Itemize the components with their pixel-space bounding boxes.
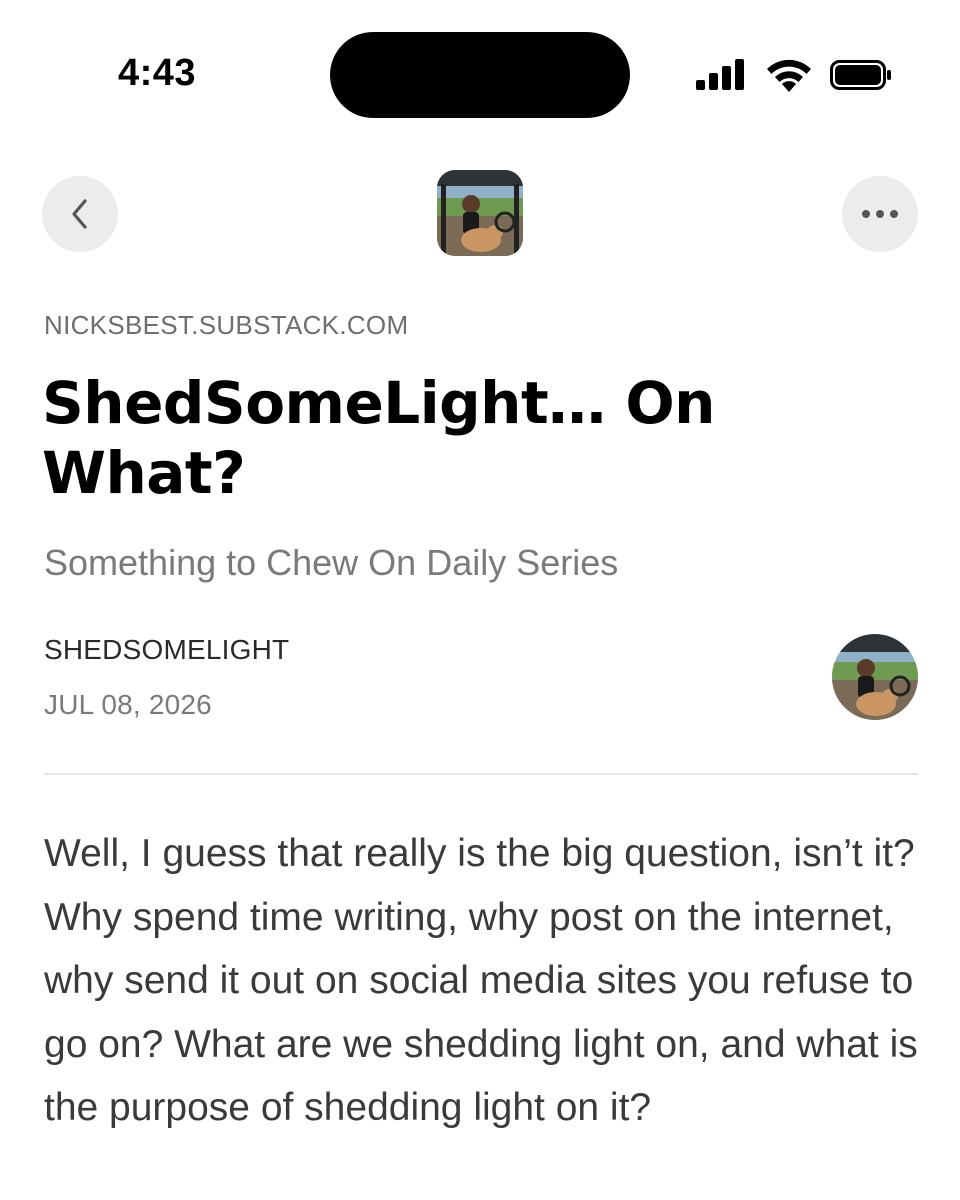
publication-domain[interactable]: NICKSBEST.SUBSTACK.COM [44,310,408,341]
author-avatar[interactable] [832,634,918,720]
battery-icon [830,60,891,90]
chevron-left-icon [72,199,87,229]
cellular-signal-icon [696,59,744,90]
status-bar: 4:43 [0,0,960,150]
dynamic-island [330,32,630,118]
publication-avatar-image [437,170,523,256]
author-name[interactable]: SHEDSOMELIGHT [44,634,289,666]
post-title: ShedSomeLight… On What? [42,369,715,507]
status-time: 4:43 [118,52,197,94]
header-divider [44,773,918,775]
more-options-button[interactable] [842,176,918,252]
post-body: Well, I guess that really is the big que… [44,832,918,1129]
post-subtitle: Something to Chew On Daily Series [44,542,619,583]
post-date: JUL 08, 2026 [44,689,212,720]
wifi-icon [767,59,811,92]
author-avatar-image [832,634,918,720]
ellipsis-icon [862,210,898,218]
back-button[interactable] [42,176,118,252]
publication-avatar[interactable] [437,170,523,256]
